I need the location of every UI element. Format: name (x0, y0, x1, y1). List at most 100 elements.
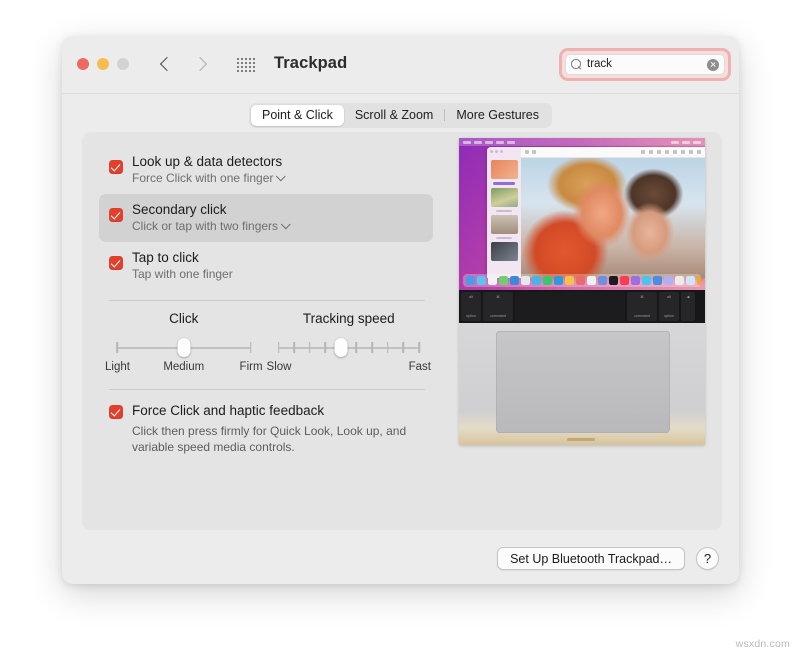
clear-search-icon[interactable] (707, 59, 719, 71)
preview-menubar (459, 138, 705, 146)
checkbox-tap-to-click[interactable] (109, 256, 123, 270)
preview-label (496, 237, 512, 239)
preview-screen (459, 138, 705, 290)
option-subtitle-look-up: Force Click with one finger (132, 170, 273, 187)
tab-scroll-and-zoom[interactable]: Scroll & Zoom (344, 105, 445, 126)
slider-tick (418, 342, 420, 353)
help-button[interactable]: ? (696, 547, 719, 570)
preview-key-top: ◀ (681, 295, 695, 299)
preview-key-top: ⌘ (627, 295, 657, 299)
preview-key-option-left: alt option (461, 292, 481, 321)
preview-key-top: alt (659, 295, 679, 299)
preview-key-bottom: option (659, 314, 679, 318)
slider-tick (402, 342, 404, 353)
slider-knob-tracking-speed[interactable] (334, 338, 347, 357)
search-highlight-ring: track (559, 48, 731, 81)
preview-thumbnail (491, 160, 518, 179)
preview-key-bottom: command (483, 314, 513, 318)
preview-thumbnail (491, 188, 518, 207)
slider-tick (116, 342, 118, 353)
preview-key-top: ⌘ (483, 295, 513, 299)
slider-tick (325, 342, 327, 353)
checkbox-look-up[interactable] (109, 160, 123, 174)
option-row-secondary-click[interactable]: Secondary click Click or tap with two fi… (99, 194, 433, 242)
navigation-buttons (157, 53, 211, 75)
preview-key-top: alt (461, 295, 481, 299)
tab-point-and-click[interactable]: Point & Click (251, 105, 344, 126)
slider-ticklabel: Slow (267, 361, 292, 373)
preview-photos-window (487, 147, 705, 278)
slider-tick (250, 342, 252, 353)
slider-tick (371, 342, 373, 353)
screenshot-root: Trackpad track Point & Click Scroll & Zo… (0, 0, 800, 656)
slider-tick (356, 342, 358, 353)
slider-tracking-speed[interactable] (279, 339, 419, 355)
slider-tick (387, 342, 389, 353)
slider-rail (279, 347, 419, 349)
checkbox-secondary-click[interactable] (109, 208, 123, 222)
tab-more-gestures[interactable]: More Gestures (445, 105, 550, 126)
preview-key-bottom: command (627, 314, 657, 318)
slider-click[interactable] (117, 339, 251, 355)
preview-key-arrow: ◀ (681, 292, 695, 321)
preview-key-bottom: option (461, 314, 481, 318)
chevron-down-icon (276, 171, 286, 181)
app-grid-icon[interactable] (237, 58, 256, 73)
preview-key-command-left: ⌘ command (483, 292, 513, 321)
slider-label-tracking-speed: Tracking speed (265, 311, 433, 326)
preview-thumbnail (491, 215, 518, 234)
option-subtitle-tap-to-click: Tap with one finger (132, 266, 425, 283)
preview-photos-content (521, 147, 705, 278)
preview-selected-label (493, 182, 515, 185)
minimize-button-icon[interactable] (97, 58, 109, 70)
option-row-look-up[interactable]: Look up & data detectors Force Click wit… (99, 146, 433, 194)
sliders-section: Click Light Medium Firm (99, 311, 433, 373)
search-input-value: track (587, 59, 707, 71)
slider-group-click: Click Light Medium Firm (103, 311, 265, 373)
forward-chevron-icon (194, 53, 211, 75)
preview-keyboard-row: alt option ⌘ command ⌘ command alt opti (459, 290, 705, 323)
window-footer: Set Up Bluetooth Trackpad… ? (497, 547, 719, 570)
preview-key-command-right: ⌘ command (627, 292, 657, 321)
option-title-secondary-click: Secondary click (132, 201, 425, 218)
settings-panel: Look up & data detectors Force Click wit… (82, 132, 722, 530)
search-input[interactable]: track (565, 54, 725, 75)
option-subtitle-secondary-click: Click or tap with two fingers (132, 218, 278, 235)
slider-tick (293, 342, 295, 353)
force-click-title: Force Click and haptic feedback (132, 402, 433, 420)
macbook-trackpad-preview: alt option ⌘ command ⌘ command alt opti (459, 138, 705, 445)
page-title: Trackpad (274, 54, 347, 73)
slider-label-click: Click (103, 311, 265, 326)
preview-thumbnail (491, 242, 518, 261)
search-icon (571, 59, 582, 70)
option-title-look-up: Look up & data detectors (132, 153, 425, 170)
preview-label (496, 210, 512, 212)
slider-ticklabels-click: Light Medium Firm (103, 361, 265, 373)
chevron-down-icon (281, 219, 291, 229)
close-button-icon[interactable] (77, 58, 89, 70)
divider-above-force-click (109, 389, 425, 390)
slider-knob-click[interactable] (177, 338, 190, 357)
window-titlebar: Trackpad track (62, 36, 739, 94)
preview-photo (521, 158, 705, 278)
slider-ticklabel: Light (105, 361, 158, 373)
force-click-description: Click then press firmly for Quick Look, … (132, 423, 422, 455)
divider-above-sliders (109, 300, 425, 301)
option-title-tap-to-click: Tap to click (132, 249, 425, 266)
slider-ticklabel: Medium (158, 361, 211, 373)
slider-ticklabels-tracking-speed: Slow Fast (265, 361, 433, 373)
preview-photos-toolbar (521, 147, 705, 158)
system-preferences-window: Trackpad track Point & Click Scroll & Zo… (62, 36, 739, 584)
preview-lid-notch (567, 438, 595, 441)
watermark: wsxdn.com (736, 638, 790, 650)
checkbox-force-click[interactable] (109, 405, 123, 419)
setup-bluetooth-trackpad-button[interactable]: Set Up Bluetooth Trackpad… (497, 547, 685, 570)
option-dropdown-look-up[interactable]: Force Click with one finger (132, 170, 425, 187)
option-row-tap-to-click[interactable]: Tap to click Tap with one finger (99, 242, 433, 290)
slider-ticklabel: Fast (409, 361, 431, 373)
maximize-button-icon (117, 58, 129, 70)
option-dropdown-secondary-click[interactable]: Click or tap with two fingers (132, 218, 425, 235)
slider-tick (278, 342, 280, 353)
back-chevron-icon[interactable] (157, 53, 174, 75)
slider-ticklabel: Firm (210, 361, 263, 373)
